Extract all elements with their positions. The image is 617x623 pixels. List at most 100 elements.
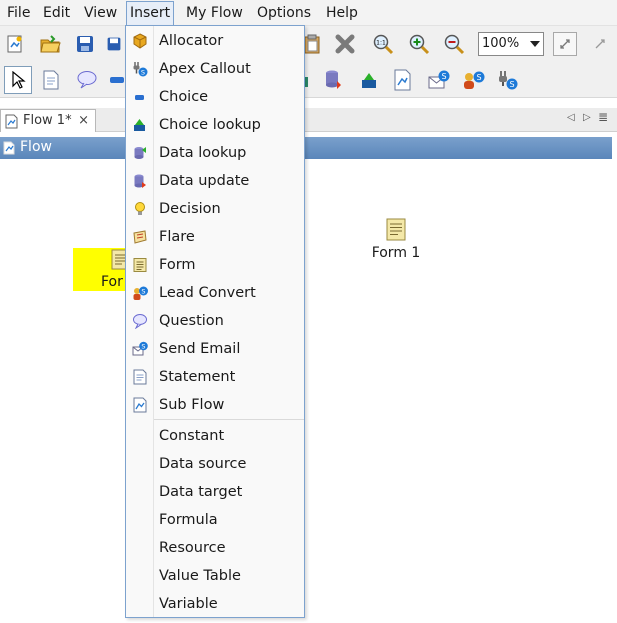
zoom-out-button[interactable] [442,32,466,56]
layout-arrows-icon [560,39,570,49]
menu-item-statement[interactable]: Statement [126,363,304,391]
menu-item-allocator[interactable]: Allocator [126,27,304,55]
choice-lookup-icon [134,119,145,131]
apex-callout-tool-button[interactable]: S [497,68,521,92]
menu-item-value-table[interactable]: Value Table [126,562,304,590]
flare-tool-button[interactable] [357,68,381,92]
menu-bar: File Edit View Insert My Flow Options He… [0,0,617,26]
tab-scroll-left-icon[interactable]: ◁ [567,112,575,123]
question-tool-button[interactable] [75,68,99,92]
svg-text:S: S [141,288,145,296]
svg-text:S: S [141,343,145,351]
save-icon [77,36,93,52]
insert-menu-dropdown: Allocator S Apex Callout Choice Choice l… [125,25,305,618]
menu-item-sub-flow[interactable]: Sub Flow [126,391,304,419]
document-tab-strip: Flow 1* × ◁ ▷ ≣ [0,108,617,132]
save-all-button[interactable] [106,32,122,56]
statement-tool-button[interactable] [39,68,63,92]
menu-item-flare[interactable]: Flare [126,223,304,251]
flow-document-icon [3,141,15,155]
menu-item-resource[interactable]: Resource [126,534,304,562]
form-node-label: For [101,274,123,290]
open-button[interactable] [38,32,62,56]
align-button[interactable] [588,32,612,56]
tab-flow-1[interactable]: Flow 1* × [0,109,96,132]
form-node-1[interactable]: Form 1 [364,217,428,261]
allocator-icon [133,33,147,49]
send-email-tool-button[interactable]: S [427,68,451,92]
data-lookup-icon [362,73,376,88]
menu-item-apex-callout[interactable]: S Apex Callout [126,55,304,83]
send-email-icon: S [428,70,450,89]
zoom-level-value: 100% [482,36,520,51]
menu-item-form[interactable]: Form [126,251,304,279]
flow-panel-title: Flow [0,137,612,159]
apex-callout-icon: S [499,71,518,90]
flow-panel-title-text: Flow [20,139,52,155]
menu-item-data-source[interactable]: Data source [126,450,304,478]
choice-tool-button[interactable] [108,68,124,92]
menu-item-choice[interactable]: Choice [126,83,304,111]
menu-options[interactable]: Options [254,1,314,25]
menu-item-variable[interactable]: Variable [126,590,304,618]
form-icon [133,258,147,272]
tab-scroll-right-icon[interactable]: ▷ [583,112,591,123]
align-arrows-icon [595,39,605,49]
svg-text:S: S [441,72,446,81]
menu-item-formula[interactable]: Formula [126,506,304,534]
flow-canvas[interactable] [0,159,612,623]
choice-icon [135,95,144,100]
menu-item-data-update[interactable]: Data update [126,167,304,195]
menu-view[interactable]: View [81,1,120,25]
tab-label: Flow 1* [23,113,72,128]
zoom-in-button[interactable] [407,32,431,56]
lead-convert-tool-button[interactable]: S [462,68,486,92]
clipboard-icon [304,34,320,54]
flare-icon [133,230,147,244]
data-update-tool-button[interactable] [321,68,345,92]
form-node-1-label: Form 1 [371,245,421,261]
menu-insert[interactable]: Insert [126,1,175,26]
flow-document-icon [5,114,18,129]
apex-callout-icon: S [133,62,148,77]
new-flow-icon [7,35,22,53]
lead-convert-icon: S [133,286,148,300]
zoom-level-select[interactable]: 100% [478,32,544,56]
menu-item-send-email[interactable]: S Send Email [126,335,304,363]
data-lookup-icon [134,147,146,159]
question-bubble-icon [77,71,97,89]
data-update-icon [326,70,341,89]
menu-file[interactable]: File [4,1,33,25]
sub-flow-icon [394,69,411,91]
send-email-icon: S [132,341,148,356]
zoom-actual-button[interactable]: 1:1 [371,32,395,56]
pointer-tool-button[interactable] [4,66,32,94]
menu-my-flow[interactable]: My Flow [183,1,246,25]
menu-item-lead-convert[interactable]: S Lead Convert [126,279,304,307]
save-all-icon [107,37,121,51]
svg-text:S: S [509,80,514,89]
tab-list-icon[interactable]: ≣ [598,110,608,124]
menu-item-choice-lookup[interactable]: Choice lookup [126,111,304,139]
sub-flow-tool-button[interactable] [391,68,415,92]
menu-edit[interactable]: Edit [40,1,73,25]
menu-item-constant[interactable]: Constant [126,422,304,450]
zoom-actual-size-icon: 1:1 [373,34,394,55]
lead-convert-icon: S [464,71,485,89]
delete-x-icon [335,34,355,54]
tab-close-button[interactable]: × [78,110,89,131]
delete-button[interactable] [333,32,357,56]
main-toolbar: 1:1 100% [0,26,617,62]
menu-item-decision[interactable]: Decision [126,195,304,223]
menu-item-question[interactable]: Question [126,307,304,335]
zoom-in-icon [409,34,430,55]
save-button[interactable] [73,32,97,56]
menu-item-data-lookup[interactable]: Data lookup [126,139,304,167]
menu-help[interactable]: Help [323,1,361,25]
new-flow-button[interactable] [3,32,27,56]
question-icon [133,314,147,329]
element-toolbar: S S S [0,62,617,98]
menu-item-data-target[interactable]: Data target [126,478,304,506]
layout-button[interactable] [553,32,577,56]
open-folder-icon [40,35,61,53]
